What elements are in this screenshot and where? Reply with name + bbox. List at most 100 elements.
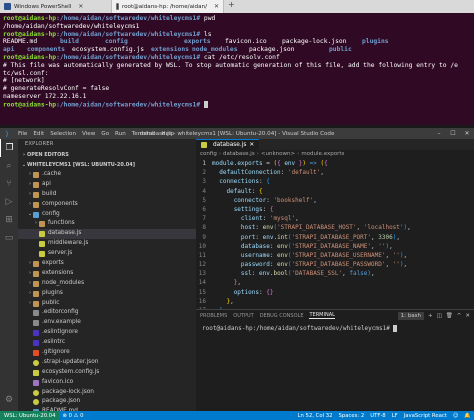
- close-window-icon[interactable]: ✕: [460, 128, 474, 139]
- tree-item[interactable]: › public: [18, 299, 196, 309]
- code-token: ,: [403, 261, 408, 269]
- open-editors-section[interactable]: › OPEN EDITORS: [18, 150, 196, 160]
- code-token: env: [277, 251, 288, 259]
- window-tab[interactable]: Windows PowerShell ✕: [0, 0, 112, 13]
- run-debug-icon[interactable]: ▷: [0, 193, 18, 211]
- tree-item[interactable]: .gitignore: [18, 348, 196, 358]
- new-tab-icon[interactable]: +: [228, 0, 235, 13]
- add-terminal-icon[interactable]: +: [428, 313, 433, 319]
- close-icon[interactable]: ✕: [249, 140, 254, 151]
- wsl-terminal[interactable]: root@aidans-hp:/home/aidan/softwaredev/w…: [0, 13, 474, 125]
- code-token: ,: [313, 196, 317, 204]
- remote-explorer-icon[interactable]: ▭: [0, 229, 18, 247]
- menu-edit[interactable]: Edit: [30, 131, 47, 137]
- tree-item[interactable]: ⌄ config: [18, 210, 196, 220]
- menu-view[interactable]: View: [79, 131, 98, 137]
- close-panel-icon[interactable]: ✕: [465, 313, 470, 319]
- breadcrumb-item[interactable]: <unknown>: [261, 151, 295, 157]
- extensions-icon[interactable]: ⊞: [0, 211, 18, 229]
- code-token: env: [262, 233, 274, 241]
- split-terminal-icon[interactable]: ◫: [437, 313, 442, 319]
- terminal-line: root@aidans-hp:/home/aidan/softwaredev/w…: [3, 31, 471, 39]
- terminal-selector[interactable]: 1: bash: [397, 312, 424, 320]
- remote-indicator[interactable]: WSL: Ubuntu-20.04: [0, 411, 60, 420]
- close-icon[interactable]: ✕: [214, 3, 219, 10]
- panel-tab-problems[interactable]: PROBLEMS: [200, 313, 227, 319]
- problems-count[interactable]: ⊗ 0 ⚠ 0: [59, 413, 86, 419]
- tree-item-label: .eslintignore: [42, 329, 78, 336]
- tree-item[interactable]: ecosystem.config.js: [18, 368, 196, 378]
- language-mode[interactable]: JavaScript React: [401, 413, 450, 419]
- tree-item[interactable]: .editorconfig: [18, 308, 196, 318]
- window-tab[interactable]: root@aidans-hp: /home/aidan/ ✕: [112, 0, 224, 13]
- source-control-icon[interactable]: ⑂: [0, 175, 18, 193]
- menu-help[interactable]: Help: [158, 131, 177, 137]
- tree-item[interactable]: .env.example: [18, 318, 196, 328]
- ls-entry: public: [329, 46, 352, 54]
- search-icon[interactable]: ⌕: [0, 157, 18, 175]
- cursor-position[interactable]: Ln 52, Col 32: [295, 413, 336, 419]
- tree-item[interactable]: › node_modules: [18, 279, 196, 289]
- code-token: ,: [371, 270, 375, 278]
- chevron-up-icon[interactable]: ^: [457, 313, 462, 319]
- tree-item[interactable]: › exports: [18, 259, 196, 269]
- tree-item[interactable]: .eslintignore: [18, 328, 196, 338]
- editor-tab-database-js[interactable]: database.js ✕: [196, 139, 260, 151]
- tree-item[interactable]: favicon.ico: [18, 378, 196, 388]
- folder-icon: [33, 280, 39, 287]
- indentation[interactable]: Spaces: 2: [335, 413, 367, 419]
- tree-item[interactable]: middleware.js: [18, 239, 196, 249]
- settings-gear-icon[interactable]: ⚙: [0, 391, 18, 409]
- tree-item[interactable]: package-lock.json: [18, 388, 196, 398]
- ls-entry: package-lock.json: [282, 38, 347, 46]
- tree-item[interactable]: .strapi-updater.json: [18, 358, 196, 368]
- terminal-output: nameserver 172.22.16.1: [3, 92, 87, 100]
- close-icon[interactable]: ✕: [78, 3, 83, 10]
- terminal-line: # [network]: [3, 77, 471, 85]
- breadcrumb-item[interactable]: module.exports: [301, 151, 344, 157]
- tree-item[interactable]: › functions: [18, 219, 196, 229]
- code-line: 16 },: [196, 297, 474, 306]
- trash-icon[interactable]: 🗑: [446, 313, 453, 319]
- panel-tab-terminal[interactable]: TERMINAL: [309, 312, 335, 319]
- maximize-icon[interactable]: ☐: [446, 128, 460, 139]
- breadcrumb-item[interactable]: config: [200, 151, 217, 157]
- encoding[interactable]: UTF-8: [367, 413, 388, 419]
- panel-tab-debug-console[interactable]: DEBUG CONSOLE: [260, 313, 304, 319]
- tree-item[interactable]: .eslintrc: [18, 338, 196, 348]
- tree-item[interactable]: › components: [18, 200, 196, 210]
- tree-item[interactable]: server.js: [18, 249, 196, 259]
- menu-terminal[interactable]: Terminal: [129, 131, 159, 137]
- panel-tab-output[interactable]: OUTPUT: [233, 313, 253, 319]
- prompt-path: :/home/aidan/softwaredev/whiteleycms1#: [56, 101, 201, 109]
- tree-item[interactable]: › api: [18, 180, 196, 190]
- tree-item[interactable]: package.json: [18, 397, 196, 407]
- integrated-terminal[interactable]: root@aidans-hp:/home/aidan/softwaredev/w…: [196, 321, 474, 336]
- tree-item[interactable]: › build: [18, 190, 196, 200]
- tree-item[interactable]: › plugins: [18, 289, 196, 299]
- eslint-file-icon: [33, 340, 39, 347]
- menu-run[interactable]: Run: [112, 131, 129, 137]
- code-token: :: [262, 215, 270, 223]
- notifications-icon[interactable]: 🔔: [461, 413, 474, 419]
- feedback-icon[interactable]: ☺: [450, 413, 462, 419]
- tree-item[interactable]: › extensions: [18, 269, 196, 279]
- line-number: 5: [202, 196, 206, 204]
- line-ending[interactable]: LF: [389, 413, 401, 419]
- menu-selection[interactable]: Selection: [47, 131, 79, 137]
- tree-item[interactable]: database.js: [18, 229, 196, 240]
- code-token: :: [255, 233, 263, 241]
- code-token: {: [258, 187, 263, 195]
- line-number: 7: [202, 215, 206, 223]
- code-token: 'STRAPI_DATABASE_PASSWORD': [291, 261, 386, 269]
- code-editor[interactable]: 1 module.exports = ({ env }) => ({2 defau…: [196, 159, 474, 323]
- menu-go[interactable]: Go: [98, 131, 112, 137]
- ls-entry: api: [3, 46, 15, 54]
- workspace-section[interactable]: ⌄WHITELEYCMS1 [WSL: UBUNTU-20.04]: [18, 160, 196, 170]
- tree-item[interactable]: › .cache: [18, 170, 196, 180]
- explorer-icon[interactable]: ❐: [0, 139, 18, 157]
- minimize-icon[interactable]: –: [432, 128, 446, 139]
- menu-file[interactable]: File: [15, 131, 30, 137]
- code-token: module: [212, 160, 234, 167]
- breadcrumb-item[interactable]: database.js: [223, 151, 255, 157]
